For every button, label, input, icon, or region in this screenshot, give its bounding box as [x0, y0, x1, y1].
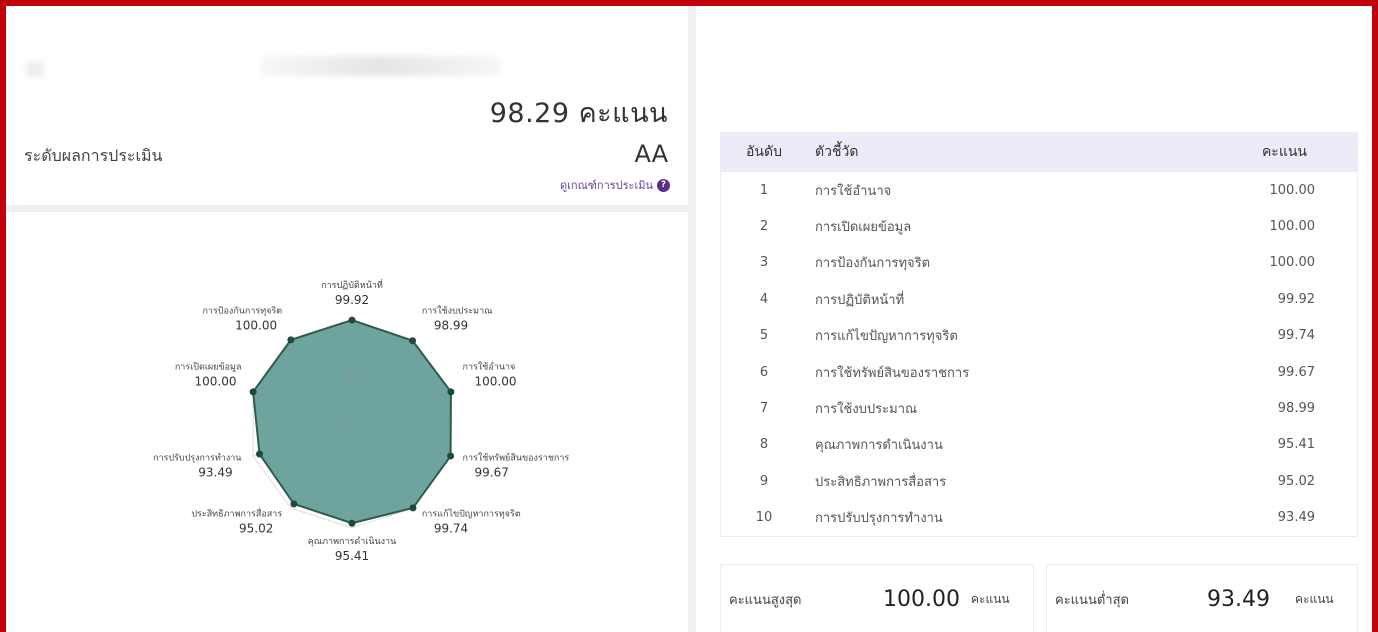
table-row: 4 การปฏิบัติหน้าที่ 99.92 [721, 281, 1357, 317]
header-indicator: ตัวชี้วัด [815, 144, 859, 160]
total-score: 98.29 คะแนน [489, 98, 668, 129]
radar-axis-label: การแก้ไขปัญหาการทุจริต [422, 509, 521, 520]
ranking-panel: อันดับ ตัวชี้วัด คะแนน 1 การใช้อำนาจ 100.0… [696, 6, 1372, 632]
radar-value-label: 93.49 [198, 466, 232, 480]
indicator-cell: การปรับปรุงการทำงาน [815, 511, 943, 527]
radar-axis-label: การปฏิบัติหน้าที่ [321, 278, 383, 291]
radar-value-label: 100.00 [475, 374, 517, 388]
table-row: 6 การใช้ทรัพย์สินของราชการ 99.67 [721, 354, 1357, 390]
radar-value-label: 99.92 [335, 293, 369, 307]
indicator-cell: การเปิดเผยข้อมูล [815, 220, 912, 236]
radar-tick-label: 0 [346, 421, 351, 430]
score-cell: 99.74 [1277, 328, 1315, 344]
max-score-value: 100.00 [883, 586, 960, 612]
rank-cell: 10 [755, 510, 773, 526]
max-score-box: คะแนนสูงสุด 100.00 คะแนน [720, 564, 1034, 632]
criteria-link-label: ดูเกณฑ์การประเมิน [560, 179, 653, 192]
table-header: อันดับ ตัวชี้วัด คะแนน [721, 132, 1357, 172]
max-score-label: คะแนนสูงสุด [729, 592, 802, 608]
score-cell: 98.99 [1277, 401, 1315, 417]
min-score-unit: คะแนน [1295, 591, 1334, 606]
indicator-cell: ประสิทธิภาพการสื่อสาร [815, 474, 947, 490]
radar-value-label: 95.02 [239, 522, 273, 536]
rank-cell: 3 [759, 255, 769, 271]
level-label: ระดับผลการประเมิน [24, 146, 163, 165]
table-row: 7 การใช้งบประมาณ 98.99 [721, 390, 1357, 426]
radar-axis-label: การใช้งบประมาณ [422, 305, 493, 316]
radar-value-label: 100.00 [194, 374, 236, 388]
header-score: คะแนน [1261, 144, 1307, 160]
max-score-unit: คะแนน [971, 591, 1010, 606]
radar-point[interactable] [249, 388, 257, 396]
table-row: 3 การป้องกันการทุจริต 100.00 [721, 245, 1357, 281]
indicator-cell: การแก้ไขปัญหาการทุจริต [815, 329, 958, 345]
radar-axis-label: การใช้ทรัพย์สินของราชการ [463, 452, 570, 464]
score-cell: 95.02 [1277, 473, 1315, 489]
radar-axis-label: การปรับปรุงการทำงาน [153, 453, 241, 464]
indicator-cell: คุณภาพการดำเนินงาน [815, 438, 943, 454]
rank-cell: 4 [759, 291, 769, 307]
ranking-table: อันดับ ตัวชี้วัด คะแนน 1 การใช้อำนาจ 100.0… [720, 132, 1358, 537]
radar-value-label: 99.74 [434, 522, 468, 536]
radar-point[interactable] [290, 500, 298, 508]
score-cell: 99.67 [1277, 364, 1315, 380]
blurred-agency-name [261, 56, 501, 76]
indicator-cell: การใช้อำนาจ [815, 183, 892, 199]
radar-axis-label: คุณภาพการดำเนินงาน [308, 536, 397, 547]
rank-cell: 6 [759, 364, 769, 380]
radar-axis-label: ประสิทธิภาพการสื่อสาร [191, 507, 282, 520]
rank-cell: 9 [759, 473, 769, 489]
table-row: 5 การแก้ไขปัญหาการทุจริต 99.74 [721, 318, 1357, 354]
indicator-cell: การใช้งบประมาณ [815, 402, 918, 418]
radar-point[interactable] [256, 450, 264, 458]
rank-cell: 2 [759, 219, 769, 235]
score-cell: 95.41 [1277, 437, 1315, 453]
indicator-cell: การปฏิบัติหน้าที่ [815, 292, 905, 308]
min-score-box: คะแนนต่ำสุด 93.49 คะแนน [1046, 564, 1358, 632]
table-row: 1 การใช้อำนาจ 100.00 [721, 172, 1357, 208]
radar-value-label: 99.67 [475, 466, 509, 480]
criteria-link[interactable]: ดูเกณฑ์การประเมิน ? [560, 176, 670, 194]
radar-point[interactable] [409, 504, 417, 512]
rank-cell: 5 [759, 328, 769, 344]
header-rank: อันดับ [746, 144, 782, 160]
radar-value-label: 100.00 [235, 318, 277, 332]
score-cell: 100.00 [1269, 219, 1316, 235]
score-card: 98.29 คะแนน ระดับผลการประเมิน AA ดูเกณฑ์… [6, 6, 688, 205]
table-body: 1 การใช้อำนาจ 100.00 2 การเปิดเผยข้อมูล 100.0… [721, 172, 1357, 536]
radar-value-label: 95.41 [335, 549, 369, 563]
table-row: 8 คุณภาพการดำเนินงาน 95.41 [721, 427, 1357, 463]
radar-chart: 0 50 การปฏิบัติหน้าที่ 99.92 การใช้งบประมาณ 9… [153, 278, 570, 563]
score-cell: 100.00 [1269, 255, 1316, 271]
radar-axis-label: การเปิดเผยข้อมูล [175, 361, 242, 372]
table-row: 10 การปรับปรุงการทำงาน 93.49 [721, 500, 1357, 536]
radar-value-label: 98.99 [434, 318, 468, 332]
radar-card: 0 50 การปฏิบัติหน้าที่ 99.92 การใช้งบประมาณ 9… [6, 212, 688, 632]
dashboard: 98.29 คะแนน ระดับผลการประเมิน AA ดูเกณฑ์… [6, 6, 1372, 632]
radar-point[interactable] [348, 316, 356, 324]
min-score-value: 93.49 [1207, 586, 1270, 612]
help-icon[interactable]: ? [657, 178, 670, 192]
radar-tick-label: 50 [344, 369, 354, 378]
radar-point[interactable] [447, 452, 455, 460]
rank-cell: 1 [759, 182, 769, 198]
table-row: 9 ประสิทธิภาพการสื่อสาร 95.02 [721, 463, 1357, 499]
level-grade: AA [634, 140, 668, 168]
table-row: 2 การเปิดเผยข้อมูล 100.00 [721, 208, 1357, 244]
blurred-logo [26, 61, 44, 77]
score-cell: 100.00 [1269, 182, 1316, 198]
min-score-label: คะแนนต่ำสุด [1055, 592, 1129, 608]
score-cell: 93.49 [1277, 510, 1315, 526]
radar-point[interactable] [447, 388, 455, 396]
score-cell: 99.92 [1277, 291, 1315, 307]
radar-axis-label: การป้องกันการทุจริต [202, 305, 282, 316]
radar-point[interactable] [409, 337, 417, 345]
radar-point[interactable] [287, 336, 295, 344]
rank-cell: 8 [759, 437, 769, 453]
indicator-cell: การใช้ทรัพย์สินของราชการ [815, 365, 970, 381]
indicator-cell: การป้องกันการทุจริต [815, 256, 931, 272]
radar-point[interactable] [348, 519, 356, 527]
radar-axis-label: การใช้อำนาจ [463, 361, 516, 372]
rank-cell: 7 [759, 401, 769, 417]
